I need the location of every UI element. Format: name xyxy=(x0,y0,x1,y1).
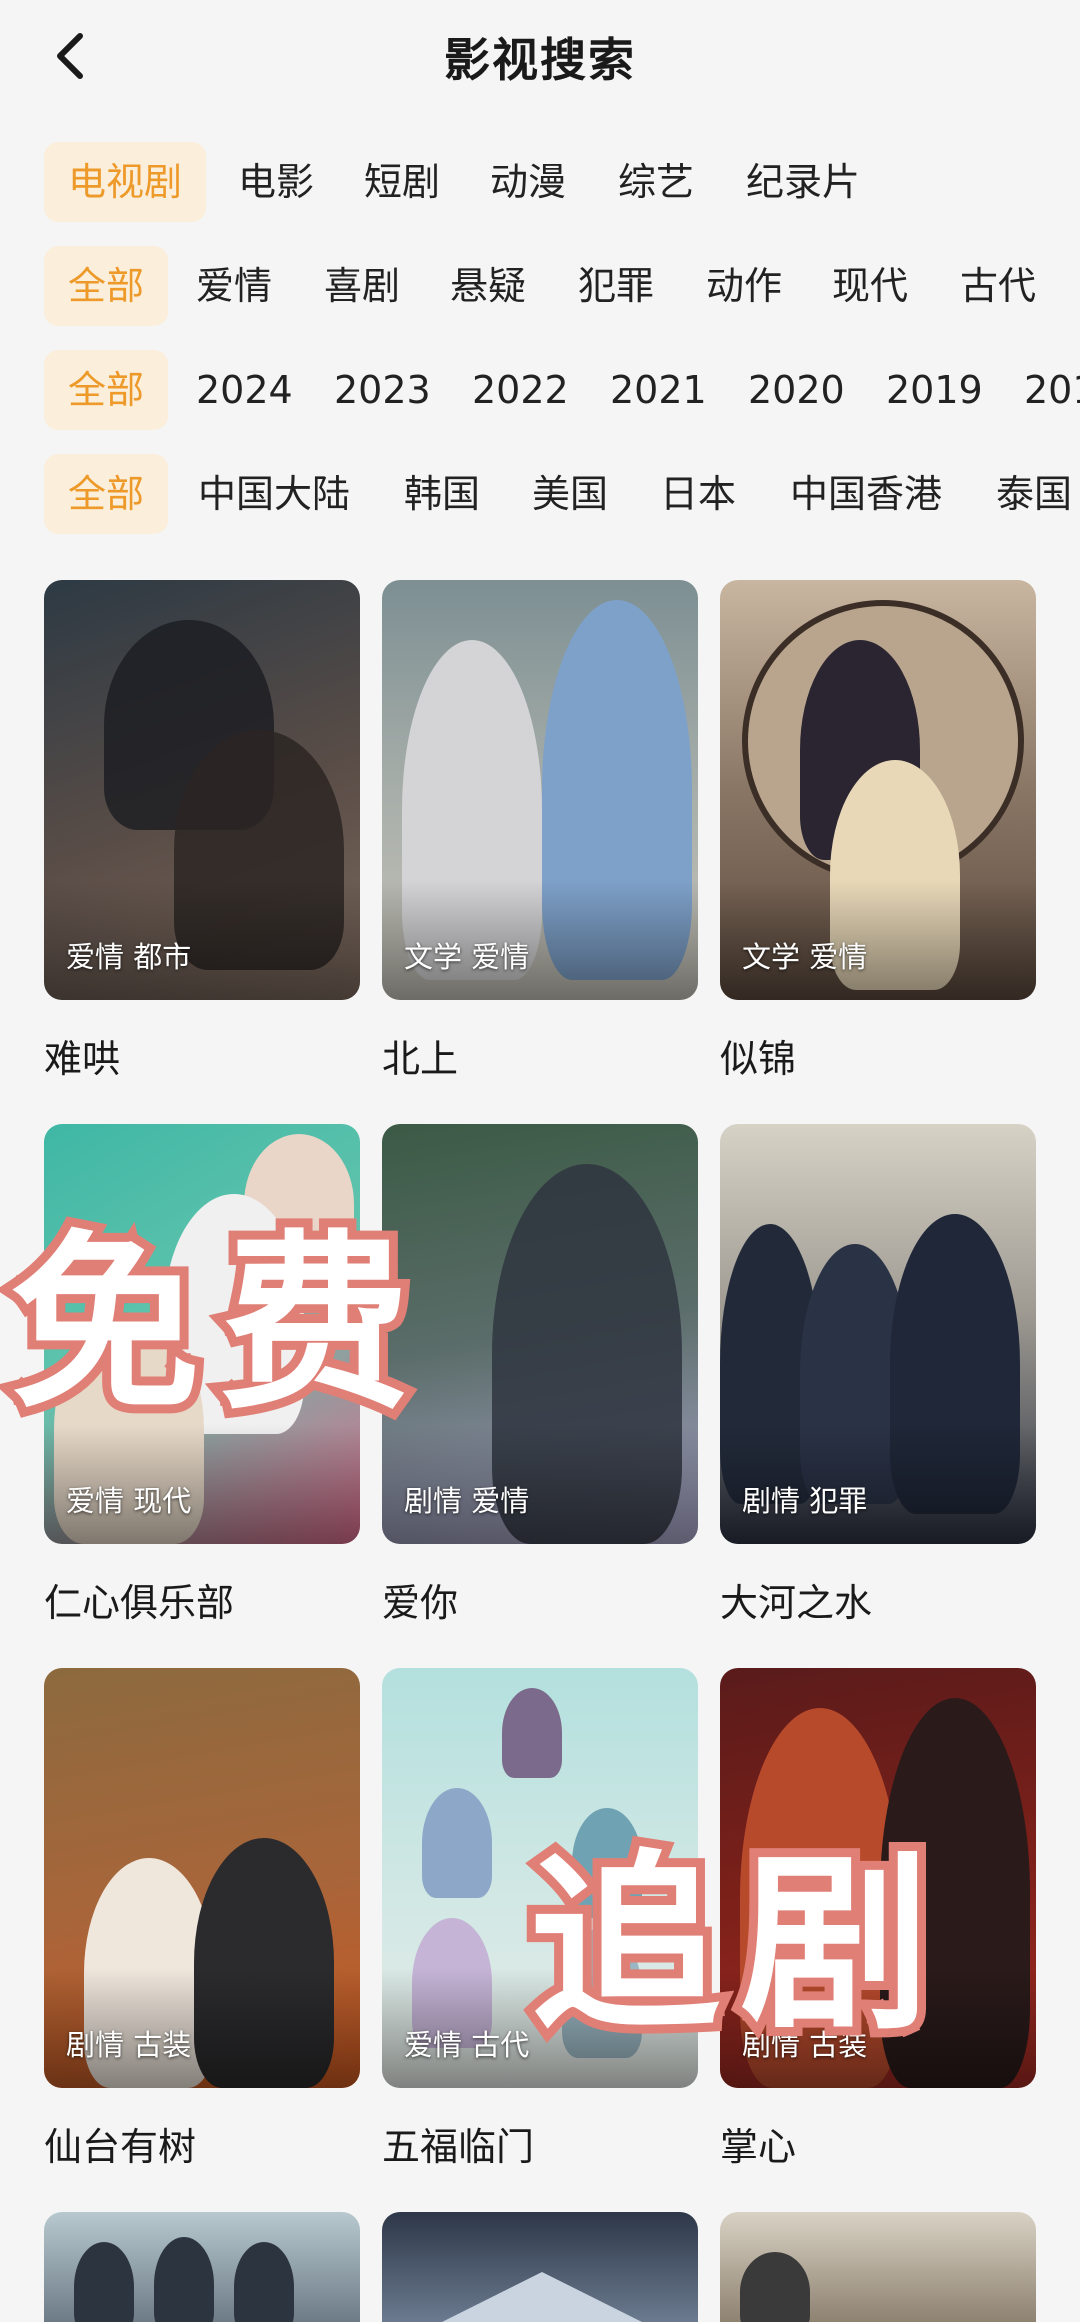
overlay-binge-text: 追剧 xyxy=(521,1823,951,2064)
year-chip-all[interactable]: 全部 xyxy=(44,350,169,430)
drama-title: 北上 xyxy=(382,1037,459,1081)
drama-poster[interactable]: 爱情 都市 xyxy=(44,580,360,1000)
region-chip-all[interactable]: 全部 xyxy=(44,454,169,534)
drama-poster[interactable] xyxy=(720,2212,1036,2322)
region-chip-thailand[interactable]: 泰国 xyxy=(996,454,1072,534)
drama-poster[interactable]: 文学 爱情 xyxy=(720,580,1036,1000)
genre-chip-modern[interactable]: 现代 xyxy=(832,246,908,326)
drama-title: 大河之水 xyxy=(720,1581,873,1625)
year-chip-2019[interactable]: 2019 xyxy=(886,350,983,430)
page-title: 影视搜索 xyxy=(444,33,636,87)
region-chip-mainland[interactable]: 中国大陆 xyxy=(198,454,350,534)
type-chip-variety[interactable]: 综艺 xyxy=(618,142,694,222)
drama-poster[interactable] xyxy=(44,2212,360,2322)
genre-chip-ancient[interactable]: 古代 xyxy=(960,246,1036,326)
drama-title: 掌心 xyxy=(720,2125,797,2169)
type-chip-movie[interactable]: 电影 xyxy=(238,142,314,222)
year-chip-2021[interactable]: 2021 xyxy=(610,350,707,430)
year-chip-2020[interactable]: 2020 xyxy=(748,350,845,430)
region-chip-korea[interactable]: 韩国 xyxy=(404,454,480,534)
header: 影视搜索 xyxy=(0,0,1080,120)
genre-chip-action[interactable]: 动作 xyxy=(706,246,782,326)
drama-tags: 文学 爱情 xyxy=(404,940,530,974)
type-chip-anime[interactable]: 动漫 xyxy=(490,142,566,222)
drama-poster[interactable]: 文学 爱情 xyxy=(382,580,698,1000)
drama-title: 五福临门 xyxy=(382,2125,535,2169)
drama-poster[interactable]: 剧情 古装 xyxy=(44,1668,360,2088)
type-chip-tv[interactable]: 电视剧 xyxy=(44,142,207,222)
drama-tags: 文学 爱情 xyxy=(742,940,868,974)
drama-tags: 剧情 犯罪 xyxy=(742,1484,868,1518)
type-filter-row: 电视剧 电影 短剧 动漫 综艺 纪录片 xyxy=(0,142,1080,226)
drama-card-partial[interactable] xyxy=(720,2212,1036,2322)
genre-chip-romance[interactable]: 爱情 xyxy=(196,246,272,326)
drama-card[interactable]: 剧情 犯罪 大河之水 xyxy=(720,1124,1036,1627)
genre-chip-crime[interactable]: 犯罪 xyxy=(578,246,654,326)
drama-card[interactable]: 爱情 都市 难哄 xyxy=(44,580,360,1083)
drama-tags: 爱情 现代 xyxy=(66,1484,192,1518)
drama-tags: 剧情 爱情 xyxy=(404,1484,530,1518)
drama-title: 仙台有树 xyxy=(44,2125,197,2169)
drama-tags: 爱情 古代 xyxy=(404,2028,530,2062)
region-chip-usa[interactable]: 美国 xyxy=(532,454,608,534)
year-chip-201x[interactable]: 201 xyxy=(1024,350,1080,430)
year-chip-2023[interactable]: 2023 xyxy=(334,350,431,430)
drama-tags: 爱情 都市 xyxy=(66,940,192,974)
drama-card[interactable]: 文学 爱情 似锦 xyxy=(720,580,1036,1083)
type-chip-short[interactable]: 短剧 xyxy=(364,142,440,222)
genre-chip-all[interactable]: 全部 xyxy=(44,246,169,326)
drama-title: 仁心俱乐部 xyxy=(44,1581,235,1625)
overlay-free-text: 免费 xyxy=(1,1203,431,1444)
year-chip-2024[interactable]: 2024 xyxy=(196,350,293,430)
region-chip-japan[interactable]: 日本 xyxy=(660,454,736,534)
genre-chip-comedy[interactable]: 喜剧 xyxy=(324,246,400,326)
drama-title: 爱你 xyxy=(382,1581,459,1625)
drama-card-partial[interactable] xyxy=(382,2212,698,2322)
drama-card-partial[interactable] xyxy=(44,2212,360,2322)
year-filter-row: 全部 2024 2023 2022 2021 2020 2019 201 xyxy=(0,350,1080,434)
type-chip-documentary[interactable]: 纪录片 xyxy=(746,142,860,222)
genre-chip-suspense[interactable]: 悬疑 xyxy=(450,246,526,326)
drama-title: 难哄 xyxy=(44,1037,121,1081)
drama-poster[interactable] xyxy=(382,2212,698,2322)
genre-filter-row: 全部 爱情 喜剧 悬疑 犯罪 动作 现代 古代 xyxy=(0,246,1080,330)
drama-title: 似锦 xyxy=(720,1037,797,1081)
region-chip-hongkong[interactable]: 中国香港 xyxy=(790,454,942,534)
drama-tags: 剧情 古装 xyxy=(66,2028,192,2062)
region-filter-row: 全部 中国大陆 韩国 美国 日本 中国香港 泰国 xyxy=(0,454,1080,538)
drama-card[interactable]: 文学 爱情 北上 xyxy=(382,580,698,1083)
drama-poster[interactable]: 剧情 犯罪 xyxy=(720,1124,1036,1544)
drama-card[interactable]: 剧情 古装 仙台有树 xyxy=(44,1668,360,2171)
year-chip-2022[interactable]: 2022 xyxy=(472,350,569,430)
